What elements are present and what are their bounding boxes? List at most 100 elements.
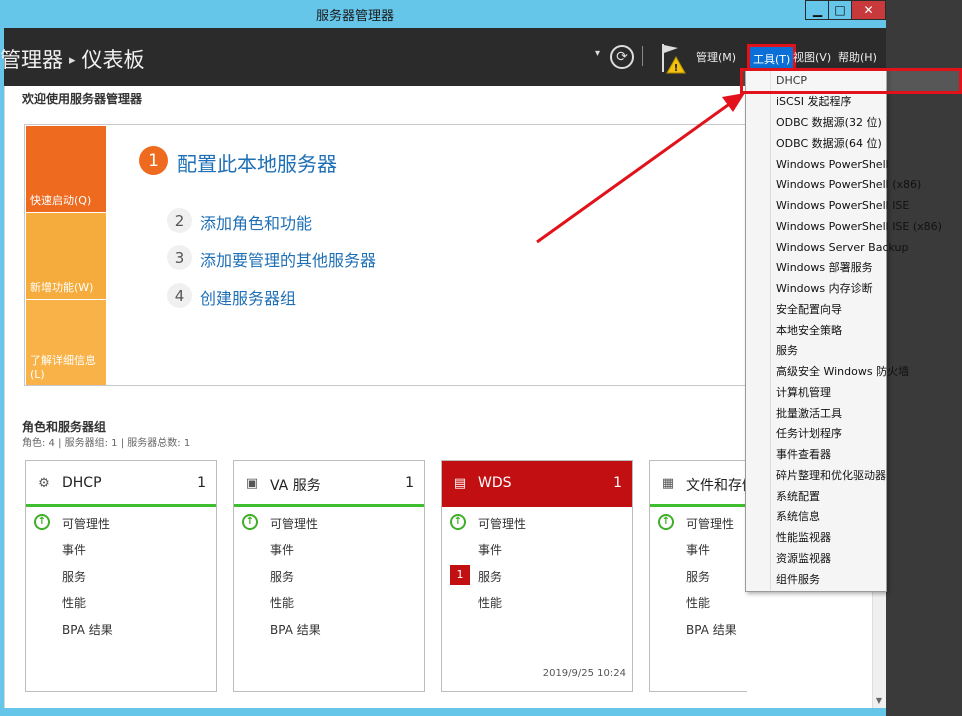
- card-row-bpa[interactable]: BPA 结果: [270, 621, 321, 638]
- close-button[interactable]: ✕: [851, 0, 886, 20]
- card-row-services[interactable]: 服务: [478, 568, 502, 585]
- refresh-icon[interactable]: ⟳: [610, 45, 634, 69]
- window-bottom-border: [0, 708, 886, 716]
- tools-item-odbc64[interactable]: ODBC 数据源(64 位): [776, 134, 882, 154]
- close-icon: ✕: [863, 3, 874, 17]
- card-title: WDS: [478, 475, 512, 491]
- breadcrumb-parent[interactable]: 管理器: [0, 48, 63, 72]
- step-link-add-servers[interactable]: 添加要管理的其他服务器: [200, 247, 376, 271]
- card-count: 1: [197, 475, 206, 491]
- breadcrumb-separator-icon: ▸: [69, 53, 76, 68]
- step-link-create-group[interactable]: 创建服务器组: [200, 285, 296, 309]
- menu-manage[interactable]: 管理(M): [696, 49, 736, 65]
- role-card-va-service[interactable]: ▣ VA 服务 1 ↑ 可管理性 事件 服务 性能 BPA 结果: [233, 460, 425, 692]
- card-row-services[interactable]: 服务: [686, 568, 710, 585]
- tools-item-event-viewer[interactable]: 事件查看器: [776, 445, 831, 465]
- window-title: 服务器管理器: [315, 9, 394, 24]
- tile-quick-start[interactable]: 快速启动(Q): [26, 126, 106, 212]
- card-title: VA 服务: [270, 478, 321, 494]
- wds-icon: ▤: [453, 476, 467, 491]
- desktop-background: [886, 0, 962, 716]
- card-row-manageability[interactable]: 可管理性: [270, 515, 318, 532]
- card-header[interactable]: ▤ WDS 1: [442, 461, 632, 507]
- step-number-4: 4: [167, 283, 192, 308]
- tools-item-system-information[interactable]: 系统信息: [776, 507, 820, 527]
- tools-item-firewall[interactable]: 高级安全 Windows 防火墙: [776, 362, 909, 382]
- minimize-button[interactable]: ▁: [805, 0, 829, 20]
- role-card-wds[interactable]: ▤ WDS 1 ↑ 可管理性 事件 1 服务 性能 2019/9/25 10:2…: [441, 460, 633, 692]
- card-row-performance[interactable]: 性能: [686, 594, 710, 611]
- card-row-bpa[interactable]: BPA 结果: [686, 621, 737, 638]
- tools-item-local-security-policy[interactable]: 本地安全策略: [776, 321, 842, 341]
- card-header[interactable]: ▦ 文件和存储: [650, 461, 756, 507]
- tools-item-powershell-ise-x86[interactable]: Windows PowerShell ISE (x86): [776, 217, 942, 237]
- breadcrumb: 管理器 ▸ 仪表板: [0, 44, 145, 74]
- card-row-manageability[interactable]: 可管理性: [686, 515, 734, 532]
- dhcp-icon: ⚙: [38, 476, 50, 491]
- tools-item-services[interactable]: 服务: [776, 341, 798, 361]
- tools-item-security-wizard[interactable]: 安全配置向导: [776, 300, 842, 320]
- card-row-performance[interactable]: 性能: [62, 594, 86, 611]
- roles-heading: 角色和服务器组: [22, 420, 107, 434]
- tools-item-memory-diagnostic[interactable]: Windows 内存诊断: [776, 279, 873, 299]
- scroll-down-icon[interactable]: ▼: [872, 694, 886, 708]
- status-ok-icon: ↑: [34, 514, 50, 530]
- tile-whats-new-label: 新增功能(W): [30, 281, 94, 294]
- card-row-events[interactable]: 事件: [62, 541, 86, 558]
- card-row-performance[interactable]: 性能: [478, 594, 502, 611]
- tools-item-powershell-x86[interactable]: Windows PowerShell (x86): [776, 175, 921, 195]
- title-bar: 服务器管理器 ▁ □ ✕: [0, 0, 886, 28]
- tools-item-deployment-services[interactable]: Windows 部署服务: [776, 258, 873, 278]
- tools-item-resource-monitor[interactable]: 资源监视器: [776, 549, 831, 569]
- card-row-events[interactable]: 事件: [478, 541, 502, 558]
- tools-item-performance-monitor[interactable]: 性能监视器: [776, 528, 831, 548]
- va-icon: ▣: [245, 476, 259, 491]
- tools-item-iscsi[interactable]: iSCSI 发起程序: [776, 92, 851, 112]
- header-divider: [642, 46, 643, 66]
- card-count: 1: [613, 475, 622, 491]
- tools-item-defragment[interactable]: 碎片整理和优化驱动器: [776, 466, 886, 486]
- tools-item-server-backup[interactable]: Windows Server Backup: [776, 238, 909, 258]
- tools-item-system-configuration[interactable]: 系统配置: [776, 487, 820, 507]
- tools-item-volume-activation[interactable]: 批量激活工具: [776, 404, 842, 424]
- minimize-icon: ▁: [812, 3, 823, 17]
- menu-view[interactable]: 视图(V): [793, 49, 831, 65]
- chevron-down-icon[interactable]: ▾: [595, 48, 600, 59]
- breadcrumb-current: 仪表板: [81, 48, 145, 72]
- card-row-services[interactable]: 服务: [62, 568, 86, 585]
- tile-whats-new[interactable]: 新增功能(W): [26, 213, 106, 299]
- step-link-add-roles[interactable]: 添加角色和功能: [200, 210, 312, 234]
- step-number-2: 2: [167, 208, 192, 233]
- card-row-events[interactable]: 事件: [270, 541, 294, 558]
- role-card-file-storage[interactable]: ▦ 文件和存储 ↑ 可管理性 事件 服务 性能 BPA 结果: [649, 460, 756, 692]
- annotation-highlight-box: [740, 68, 962, 94]
- card-row-events[interactable]: 事件: [686, 541, 710, 558]
- role-card-dhcp[interactable]: ⚙ DHCP 1 ↑ 可管理性 事件 服务 性能 BPA 结果: [25, 460, 217, 692]
- card-row-bpa[interactable]: BPA 结果: [62, 621, 113, 638]
- status-ok-icon: ↑: [242, 514, 258, 530]
- card-row-services[interactable]: 服务: [270, 568, 294, 585]
- tools-item-component-services[interactable]: 组件服务: [776, 570, 820, 590]
- card-row-manageability[interactable]: 可管理性: [478, 515, 526, 532]
- notifications-flag-icon[interactable]: !: [658, 41, 690, 75]
- tools-item-powershell-ise[interactable]: Windows PowerShell ISE: [776, 196, 909, 216]
- maximize-button[interactable]: □: [828, 0, 852, 20]
- card-timestamp: 2019/9/25 10:24: [542, 668, 626, 679]
- card-header[interactable]: ▣ VA 服务 1: [234, 461, 424, 507]
- menu-help[interactable]: 帮助(H): [838, 49, 877, 65]
- tools-item-task-scheduler[interactable]: 任务计划程序: [776, 424, 842, 444]
- card-count: 1: [405, 475, 414, 491]
- welcome-heading: 欢迎使用服务器管理器: [22, 92, 143, 106]
- status-ok-icon: ↑: [450, 514, 466, 530]
- roles-summary: 角色: 4 | 服务器组: 1 | 服务器总数: 1: [22, 438, 191, 449]
- tile-learn-more-label: 了解详细信息(L): [30, 354, 96, 381]
- tools-item-powershell[interactable]: Windows PowerShell: [776, 155, 889, 175]
- card-row-manageability[interactable]: 可管理性: [62, 515, 110, 532]
- card-title: DHCP: [62, 475, 102, 491]
- card-row-performance[interactable]: 性能: [270, 594, 294, 611]
- step-link-configure-local-server[interactable]: 配置此本地服务器: [177, 148, 337, 177]
- tile-learn-more[interactable]: 了解详细信息(L): [26, 300, 106, 385]
- tools-item-computer-management[interactable]: 计算机管理: [776, 383, 831, 403]
- card-header[interactable]: ⚙ DHCP 1: [26, 461, 216, 507]
- tools-item-odbc32[interactable]: ODBC 数据源(32 位): [776, 113, 882, 133]
